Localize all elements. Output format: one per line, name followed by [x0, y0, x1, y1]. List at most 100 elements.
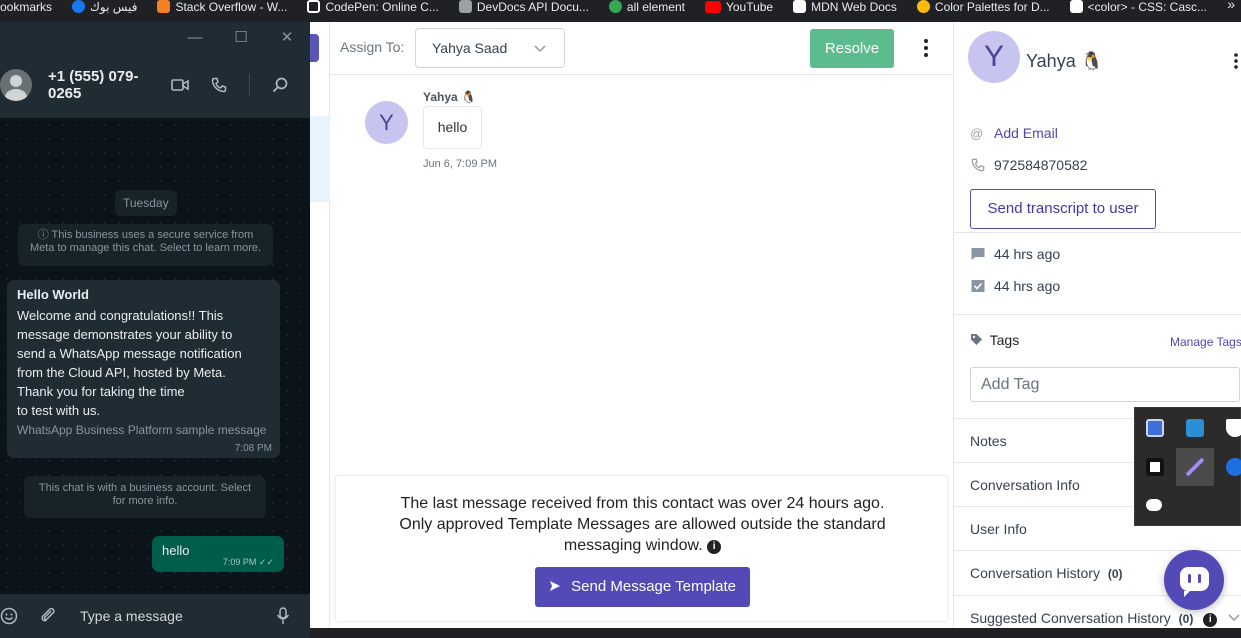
- assignee-select[interactable]: Yahya Saad: [415, 28, 565, 68]
- sender-name: Yahya 🐧: [423, 90, 476, 104]
- minimize-button[interactable]: —: [172, 29, 218, 46]
- element-icon: [608, 0, 622, 13]
- phone-icon: [971, 158, 985, 172]
- manage-tags-link[interactable]: Manage Tags: [1170, 335, 1241, 349]
- bookmark-label: ookmarks: [0, 0, 53, 14]
- chat-message[interactable]: hello: [423, 106, 482, 149]
- section-label: Conversation Info: [970, 477, 1080, 493]
- bookmarks-overflow-button[interactable]: »: [1227, 0, 1235, 12]
- bookmark-codepen[interactable]: CodePen: Online C...: [307, 0, 439, 18]
- whatsapp-window: — ☐ ✕ +1 (555) 079-0265 Tuesday ⓘ This b…: [0, 22, 310, 638]
- send-template-label: Send Message Template: [571, 578, 736, 595]
- mdn-icon: [793, 0, 807, 13]
- section-label: Conversation History: [970, 565, 1100, 581]
- bluetooth-icon[interactable]: [1226, 458, 1241, 476]
- contact-avatar[interactable]: [0, 69, 32, 101]
- add-tag-input[interactable]: Add Tag: [970, 367, 1240, 402]
- send-icon: [550, 581, 560, 591]
- contact-phone-row: 972584870582: [970, 157, 1087, 173]
- close-button[interactable]: ✕: [264, 28, 310, 46]
- bookmark-all-element[interactable]: all element: [608, 0, 685, 18]
- bookmark-label: MDN Web Docs: [811, 0, 897, 14]
- section-count: (0): [1178, 612, 1194, 626]
- contact-menu-icon[interactable]: [1233, 52, 1239, 70]
- message-footer: WhatsApp Business Platform sample messag…: [17, 423, 267, 437]
- bookmark-color-palettes[interactable]: Color Palettes for D...: [916, 0, 1050, 18]
- voice-call-icon[interactable]: [211, 77, 227, 93]
- info-icon[interactable]: i: [1203, 613, 1218, 627]
- chevron-down-icon: [1228, 614, 1240, 622]
- emoji-icon[interactable]: [0, 607, 18, 625]
- section-count: (0): [1107, 567, 1123, 581]
- microphone-icon[interactable]: [276, 607, 290, 625]
- chevron-down-icon: [534, 45, 546, 53]
- business-account-notice[interactable]: This chat is with a business account. Se…: [24, 476, 266, 518]
- message-time: 7:08 PM: [234, 443, 272, 454]
- notice-text: The last message received from this cont…: [396, 493, 889, 556]
- bookmark-devdocs[interactable]: DevDocs API Docu...: [458, 0, 589, 18]
- window-titlebar: — ☐ ✕: [0, 22, 310, 52]
- more-options-icon[interactable]: [922, 38, 930, 60]
- bookmark-css-color[interactable]: <color> - CSS: Casc...: [1069, 0, 1207, 18]
- bookmark-label: all element: [626, 0, 685, 14]
- bookmark-label: DevDocs API Docu...: [476, 0, 589, 14]
- bookmark-youtube[interactable]: YouTube: [704, 0, 774, 18]
- system-tray-popup: [1134, 407, 1241, 526]
- maximize-button[interactable]: ☐: [218, 28, 264, 46]
- security-shield-icon[interactable]: [1226, 419, 1241, 437]
- sender-avatar: Y: [365, 101, 408, 144]
- bookmark-stackoverflow[interactable]: Stack Overflow - W...: [157, 0, 287, 18]
- contact-panel: Y Yahya 🐧 @ Add Email 972584870582 Send …: [953, 22, 1241, 628]
- last-activity-ago: 44 hrs ago: [994, 278, 1061, 294]
- palette-icon: [916, 0, 930, 13]
- chat-widget-button[interactable]: [1164, 550, 1224, 610]
- devdocs-icon: [458, 0, 472, 13]
- network-icon[interactable]: [1186, 419, 1204, 437]
- conversation-header: Assign To: Yahya Saad Resolve: [330, 22, 953, 75]
- video-call-icon[interactable]: [171, 78, 189, 92]
- message-time: 7:09 PM ✓✓: [222, 557, 274, 567]
- conversation-filter-button[interactable]: [310, 34, 319, 62]
- youtube-icon: [704, 0, 721, 13]
- info-icon[interactable]: i: [707, 540, 722, 554]
- add-email-link[interactable]: @ Add Email: [970, 125, 1058, 141]
- discord-icon[interactable]: [1146, 499, 1162, 511]
- resolve-button[interactable]: Resolve: [810, 29, 894, 68]
- chat-header: +1 (555) 079-0265: [0, 52, 310, 118]
- contact-phone[interactable]: +1 (555) 079-0265: [48, 68, 171, 102]
- send-template-button[interactable]: Send Message Template: [535, 567, 750, 607]
- message-timestamp: Jun 6, 7:09 PM: [423, 158, 497, 170]
- bookmark-item[interactable]: ookmarks: [0, 0, 52, 18]
- display-icon[interactable]: [1146, 419, 1164, 437]
- message-input[interactable]: Type a message: [80, 608, 276, 624]
- attach-icon[interactable]: [40, 607, 56, 625]
- tag-icon: [971, 334, 982, 345]
- section-label: User Info: [970, 521, 1027, 537]
- chat-widget-icon: [1180, 567, 1209, 597]
- bookmark-label: <color> - CSS: Casc...: [1087, 0, 1207, 14]
- search-icon[interactable]: [272, 77, 288, 93]
- last-activity-row: 44 hrs ago: [970, 278, 1060, 294]
- contact-phone-value: 972584870582: [994, 157, 1088, 173]
- assign-label: Assign To:: [340, 39, 405, 55]
- encryption-notice[interactable]: ⓘ This business uses a secure service fr…: [18, 224, 273, 266]
- pen-icon[interactable]: [1186, 458, 1204, 476]
- messaging-window-notice: The last message received from this cont…: [335, 475, 948, 622]
- app-icon[interactable]: [1146, 458, 1164, 476]
- bookmark-facebook[interactable]: فيس بوك: [72, 0, 137, 18]
- selected-conversation-item[interactable]: [310, 116, 330, 202]
- tags-label: Tags: [989, 332, 1020, 348]
- message-list[interactable]: Tuesday ⓘ This business uses a secure se…: [0, 118, 310, 594]
- day-separator: Tuesday: [115, 190, 177, 216]
- bookmark-mdn[interactable]: MDN Web Docs: [793, 0, 897, 18]
- send-transcript-button[interactable]: Send transcript to user: [970, 189, 1156, 229]
- mdn-icon: [1069, 0, 1083, 13]
- outgoing-message[interactable]: hello 7:09 PM ✓✓: [152, 536, 284, 572]
- incoming-message[interactable]: Hello World Welcome and congratulations!…: [7, 280, 280, 458]
- assignee-value: Yahya Saad: [432, 40, 508, 56]
- codepen-icon: [307, 0, 321, 13]
- bookmark-label: YouTube: [725, 0, 774, 14]
- check-square-icon: [971, 280, 985, 292]
- taskbar-edge: [310, 628, 1241, 638]
- bookmark-label: Stack Overflow - W...: [175, 0, 288, 14]
